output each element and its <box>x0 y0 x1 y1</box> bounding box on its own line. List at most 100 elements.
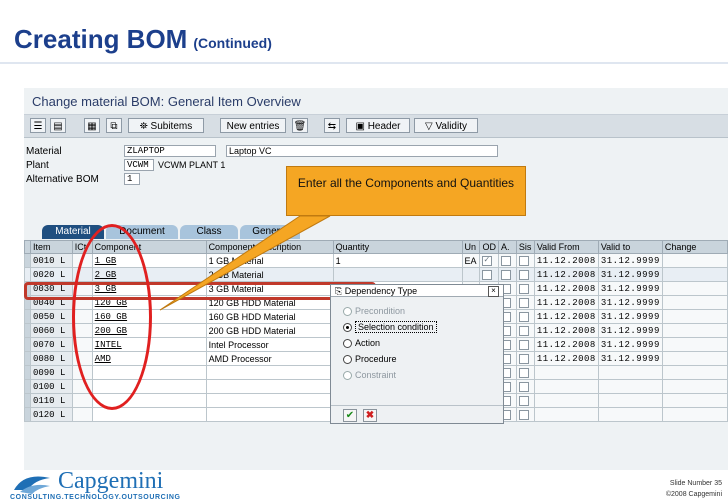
item-cell[interactable]: 0080 L <box>29 351 73 366</box>
sis-checkbox-cell[interactable] <box>515 407 535 422</box>
col-header-quantity[interactable]: Quantity <box>332 240 463 254</box>
select-all-icon[interactable]: ▤ <box>50 118 66 133</box>
sis-checkbox-cell[interactable] <box>515 337 535 352</box>
sis-checkbox-cell[interactable] <box>515 351 535 366</box>
new-entries-button[interactable]: New entries <box>220 118 286 133</box>
ict-cell[interactable] <box>71 351 93 366</box>
checkbox[interactable] <box>500 269 511 280</box>
ict-cell[interactable] <box>71 295 93 310</box>
col-header-item[interactable]: Item <box>29 240 73 254</box>
change-cell[interactable] <box>661 281 728 296</box>
radio-button[interactable] <box>343 323 352 333</box>
quantity-cell[interactable] <box>332 267 463 282</box>
radio-option[interactable]: Procedure <box>343 353 397 365</box>
checkbox[interactable] <box>518 255 529 266</box>
change-cell[interactable] <box>661 393 728 408</box>
description-cell[interactable]: 120 GB HDD Material <box>205 295 334 310</box>
ict-cell[interactable] <box>71 365 93 380</box>
checkbox[interactable] <box>518 381 529 392</box>
component-cell[interactable]: INTEL <box>91 337 207 352</box>
sis-checkbox-cell[interactable] <box>515 267 535 282</box>
component-cell[interactable] <box>91 379 207 394</box>
description-cell[interactable]: 160 GB HDD Material <box>205 309 334 324</box>
od-checkbox-cell[interactable] <box>479 253 499 268</box>
valid-to-cell[interactable]: 31.12.9999 <box>597 351 663 366</box>
checkbox[interactable] <box>518 283 529 294</box>
description-cell[interactable]: 2 GB Material <box>205 267 334 282</box>
valid-to-cell[interactable]: 31.12.9999 <box>597 337 663 352</box>
sis-checkbox-cell[interactable] <box>515 379 535 394</box>
radio-option[interactable]: Action <box>343 337 380 349</box>
checkbox[interactable] <box>518 353 529 364</box>
item-cell[interactable]: 0030 L <box>29 281 73 296</box>
valid-to-cell[interactable] <box>597 393 663 408</box>
valid-to-cell[interactable] <box>597 407 663 422</box>
component-cell[interactable]: 3 GB <box>91 281 207 296</box>
valid-from-cell[interactable]: 11.12.2008 <box>533 351 599 366</box>
display-change-icon[interactable]: ☰ <box>30 118 46 133</box>
ict-cell[interactable] <box>71 393 93 408</box>
detail-icon[interactable]: ▦ <box>84 118 100 133</box>
checkbox[interactable] <box>518 297 529 308</box>
ict-cell[interactable] <box>71 323 93 338</box>
checkbox[interactable] <box>518 325 529 336</box>
description-cell[interactable]: 200 GB HDD Material <box>205 323 334 338</box>
table-row[interactable]: 0010 L 1 GB1 GB Material1EA 11.12.200831.1… <box>24 253 728 268</box>
valid-from-cell[interactable]: 11.12.2008 <box>533 323 599 338</box>
change-cell[interactable] <box>661 337 728 352</box>
component-cell[interactable] <box>91 393 207 408</box>
a-checkbox-cell[interactable] <box>497 253 517 268</box>
item-cell[interactable]: 0110 L <box>29 393 73 408</box>
checkbox[interactable] <box>518 269 529 280</box>
col-header-component[interactable]: Component <box>91 240 207 254</box>
change-cell[interactable] <box>661 267 728 282</box>
description-cell[interactable] <box>205 365 334 380</box>
unit-cell[interactable]: EA <box>461 253 481 268</box>
item-cell[interactable]: 0100 L <box>29 379 73 394</box>
sis-checkbox-cell[interactable] <box>515 393 535 408</box>
ict-cell[interactable] <box>71 337 93 352</box>
item-cell[interactable]: 0040 L <box>29 295 73 310</box>
component-cell[interactable] <box>91 365 207 380</box>
valid-from-cell[interactable] <box>533 407 599 422</box>
checkbox[interactable] <box>482 255 493 266</box>
change-cell[interactable] <box>661 253 728 268</box>
checkbox[interactable] <box>518 395 529 406</box>
item-cell[interactable]: 0020 L <box>29 267 73 282</box>
sis-checkbox-cell[interactable] <box>515 253 535 268</box>
description-cell[interactable] <box>205 379 334 394</box>
col-header-a[interactable]: A. <box>497 240 517 254</box>
col-header-unit[interactable]: Un <box>461 240 481 254</box>
checkbox[interactable] <box>518 367 529 378</box>
col-header-od[interactable]: OD <box>479 240 499 254</box>
change-cell[interactable] <box>661 323 728 338</box>
header-button[interactable]: ▣ Header <box>346 118 410 133</box>
component-cell[interactable] <box>91 407 207 422</box>
ict-cell[interactable] <box>71 267 93 282</box>
tab-general[interactable]: General <box>240 225 300 239</box>
ict-cell[interactable] <box>71 379 93 394</box>
item-cell[interactable]: 0070 L <box>29 337 73 352</box>
close-icon[interactable]: × <box>488 286 499 297</box>
radio-button[interactable] <box>343 355 352 365</box>
valid-from-cell[interactable]: 11.12.2008 <box>533 295 599 310</box>
component-cell[interactable]: 120 GB <box>91 295 207 310</box>
ict-cell[interactable] <box>71 253 93 268</box>
radio-option[interactable]: Selection condition <box>343 321 437 333</box>
checkbox[interactable] <box>518 409 529 420</box>
description-cell[interactable]: AMD Processor <box>205 351 334 366</box>
valid-from-cell[interactable]: 11.12.2008 <box>533 337 599 352</box>
cancel-x-icon[interactable]: ✖ <box>363 409 377 422</box>
ict-cell[interactable] <box>71 309 93 324</box>
change-cell[interactable] <box>661 365 728 380</box>
a-checkbox-cell[interactable] <box>497 267 517 282</box>
subitems-button[interactable]: ⛯ Subitems <box>128 118 204 133</box>
quantity-cell[interactable]: 1 <box>332 253 463 268</box>
ict-cell[interactable] <box>71 407 93 422</box>
valid-to-cell[interactable]: 31.12.9999 <box>597 309 663 324</box>
item-cell[interactable]: 0090 L <box>29 365 73 380</box>
col-header-ict[interactable]: ICt <box>71 240 93 254</box>
checkbox[interactable] <box>500 255 511 266</box>
sis-checkbox-cell[interactable] <box>515 295 535 310</box>
change-cell[interactable] <box>661 351 728 366</box>
